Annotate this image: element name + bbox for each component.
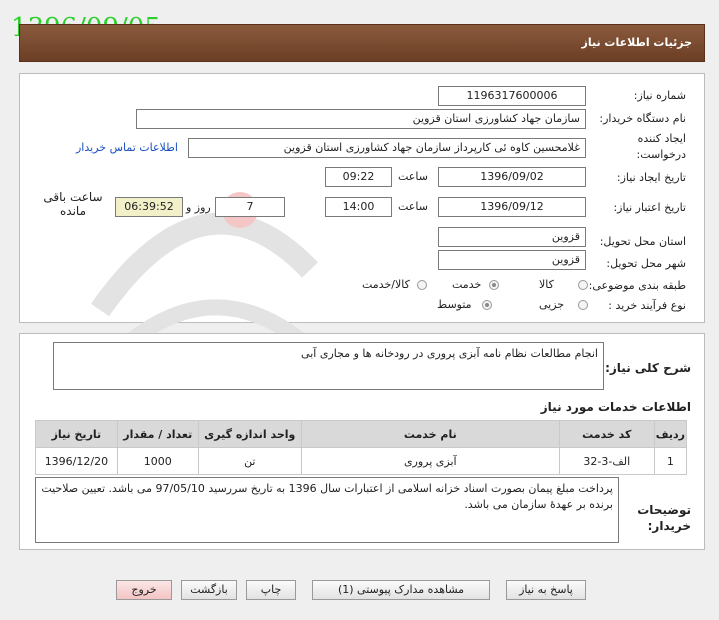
- days-remaining-field[interactable]: 7: [215, 197, 285, 217]
- back-button[interactable]: بازگشت: [181, 580, 237, 600]
- created-time-field[interactable]: 09:22: [325, 167, 392, 187]
- title-bar: جزئیات اطلاعات نیاز: [19, 24, 705, 62]
- buyer-contact-link[interactable]: اطلاعات تماس خریدار: [76, 141, 178, 154]
- province-label: استان محل تحویل:: [599, 235, 686, 248]
- col-row: ردیف: [653, 420, 688, 448]
- services-heading: اطلاعات خدمات مورد نیاز: [540, 400, 691, 414]
- col-service-name: نام خدمت: [300, 420, 560, 448]
- category-option-service: خدمت: [452, 278, 482, 291]
- page-title: جزئیات اطلاعات نیاز: [581, 36, 693, 49]
- days-label: روز و: [186, 201, 211, 214]
- city-label: شهر محل تحویل:: [606, 257, 686, 270]
- cell-need-date: 1396/12/20: [35, 447, 118, 475]
- table-row[interactable]: 1 الف-3-32 آبزی پروری تن 1000 1396/12/20: [35, 447, 688, 475]
- valid-date-field[interactable]: 1396/09/12: [438, 197, 586, 217]
- created-date-label: تاریخ ایجاد نیاز:: [616, 171, 686, 184]
- cell-quantity: 1000: [116, 447, 199, 475]
- col-quantity: تعداد / مقدار: [116, 420, 199, 448]
- category-label: طبقه بندی موضوعی:: [588, 279, 686, 292]
- need-number-label: شماره نیاز:: [633, 89, 686, 102]
- creator-label: ایجاد کننده درخواست:: [636, 132, 686, 161]
- category-option-goods: کالا: [539, 278, 554, 291]
- province-field[interactable]: قزوین: [438, 227, 586, 247]
- process-radio-minor[interactable]: [578, 300, 588, 310]
- category-radio-service[interactable]: [489, 280, 499, 290]
- cell-row: 1: [653, 447, 688, 475]
- category-radio-goods[interactable]: [578, 280, 588, 290]
- remaining-label: ساعت باقی مانده: [43, 190, 103, 218]
- created-time-label: ساعت: [398, 170, 428, 183]
- services-table: ردیف کد خدمت نام خدمت واحد اندازه گیری ت…: [35, 420, 688, 475]
- reply-button[interactable]: پاسخ به نیاز: [506, 580, 586, 600]
- cell-service-name: آبزی پروری: [300, 447, 560, 475]
- buyer-org-field[interactable]: سازمان جهاد کشاورزی استان قزوین: [136, 109, 586, 129]
- cell-service-code: الف-3-32: [558, 447, 655, 475]
- buyer-org-label: نام دستگاه خریدار:: [599, 112, 686, 125]
- notes-textarea[interactable]: پرداخت مبلغ پیمان بصورت اسناد خزانه اسلا…: [35, 477, 619, 543]
- col-unit: واحد اندازه گیری: [197, 420, 302, 448]
- description-label: شرح کلی نیاز:: [605, 361, 691, 375]
- valid-time-label: ساعت: [398, 200, 428, 213]
- need-number-field[interactable]: 1196317600006: [438, 86, 586, 106]
- cell-unit: تن: [197, 447, 302, 475]
- valid-time-field[interactable]: 14:00: [325, 197, 392, 217]
- process-option-medium: متوسط: [437, 298, 472, 311]
- process-radio-medium[interactable]: [482, 300, 492, 310]
- description-textarea[interactable]: انجام مطالعات نظام نامه آبزی پروری در رو…: [53, 342, 604, 390]
- process-label: نوع فرآیند خرید :: [608, 299, 686, 312]
- creator-field[interactable]: غلامحسین کاوه ئی کارپرداز سازمان جهاد کش…: [188, 138, 586, 158]
- city-field[interactable]: قزوین: [438, 250, 586, 270]
- remaining-time-field[interactable]: 06:39:52: [115, 197, 183, 217]
- notes-label: توضیحات خریدار:: [637, 503, 691, 533]
- col-need-date: تاریخ نیاز: [35, 420, 118, 448]
- category-radio-goods-service[interactable]: [417, 280, 427, 290]
- exit-button[interactable]: خروج: [116, 580, 172, 600]
- created-date-field[interactable]: 1396/09/02: [438, 167, 586, 187]
- valid-date-label: تاریخ اعتبار نیاز:: [613, 201, 686, 214]
- attachments-button[interactable]: مشاهده مدارک پیوستی (1): [312, 580, 490, 600]
- category-option-goods-service: کالا/خدمت: [362, 278, 410, 291]
- table-header-row: ردیف کد خدمت نام خدمت واحد اندازه گیری ت…: [35, 420, 688, 448]
- col-service-code: کد خدمت: [558, 420, 655, 448]
- process-option-minor: جزیی: [539, 298, 565, 311]
- print-button[interactable]: چاپ: [246, 580, 296, 600]
